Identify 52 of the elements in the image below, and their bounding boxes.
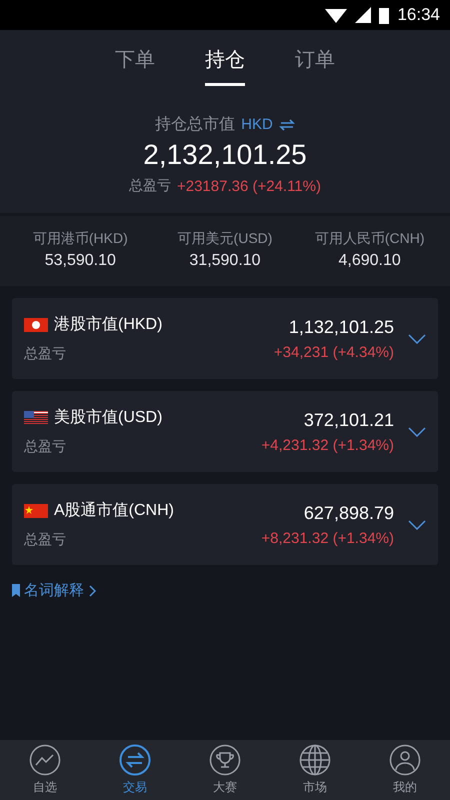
nav-item[interactable]: 我的 — [360, 740, 450, 800]
market-title: 美股市值(USD) — [54, 408, 162, 428]
nav-item[interactable]: 交易 — [90, 740, 180, 800]
glossary-link[interactable]: 名词解释 — [12, 581, 438, 600]
tab[interactable]: 订单 — [295, 46, 335, 86]
chevron-icon[interactable] — [408, 426, 426, 436]
market-value: 627,898.79 — [304, 502, 394, 524]
market-value: 372,101.21 — [304, 410, 394, 430]
trophy-icon — [209, 744, 241, 776]
flag-icon — [24, 504, 48, 518]
balance-label: 可用人民币(CNH) — [314, 230, 424, 248]
wifi-icon — [325, 7, 348, 23]
pnl-value: +23187.36 (+24.11%) — [176, 178, 321, 194]
nav-item[interactable]: 大赛 — [180, 740, 270, 800]
pnl-value: +4,231.32 (+1.34%) — [261, 436, 394, 454]
market-title: 港股市值(HKD) — [54, 314, 162, 335]
pnl-label: 总盈亏 — [24, 438, 67, 456]
balance-label: 可用港币(HKD) — [32, 230, 128, 248]
market-title: A股通市值(CNH) — [54, 500, 174, 521]
total-value: 2,132,101.25 — [143, 139, 307, 171]
currency-link[interactable]: HKD — [241, 116, 273, 133]
balance-value: 4,690.10 — [338, 252, 401, 270]
battery-icon — [379, 6, 390, 24]
balance-value: 53,590.10 — [44, 252, 116, 270]
balance-value: 31,590.10 — [189, 252, 261, 270]
balance-label: 可用美元(USD) — [178, 230, 272, 248]
user-icon — [389, 744, 421, 776]
pnl-value: +8,231.32 (+1.34%) — [261, 530, 394, 546]
total-value-label: 持仓总市值 — [155, 114, 236, 135]
market-card[interactable]: 美股市值(USD) 总盈亏 372,101.21 +4,231.32 (+1.34%) — [12, 391, 438, 472]
market-card[interactable]: 港股市值(HKD) 总盈亏 1,132,101.25 +34,231 (+4.34%) — [12, 298, 438, 379]
chevron-icon[interactable] — [408, 334, 426, 344]
nav-item[interactable]: 自选 — [0, 740, 90, 800]
signal-icon — [355, 7, 372, 23]
bookmark-icon — [12, 584, 20, 597]
exchange-icon — [119, 744, 151, 776]
flag-icon — [24, 318, 48, 332]
pnl-label: 总盈亏 — [128, 177, 171, 195]
chevron-icon[interactable] — [408, 520, 426, 530]
chevron-icon — [88, 584, 96, 596]
tab[interactable]: 持仓 — [205, 46, 245, 86]
pnl-label: 总盈亏 — [24, 531, 67, 549]
pnl-value: +34,231 (+4.34%) — [274, 344, 394, 360]
globe-icon — [299, 744, 331, 776]
tab[interactable]: 下单 — [115, 46, 155, 86]
swap-icon[interactable] — [278, 118, 295, 132]
clock-time: 16:34 — [397, 5, 440, 25]
market-card[interactable]: A股通市值(CNH) 总盈亏 627,898.79 +8,231.32 (+1.34%) — [12, 484, 438, 565]
pnl-label: 总盈亏 — [24, 345, 67, 363]
nav-item[interactable]: 市场 — [270, 740, 360, 800]
flag-icon — [24, 410, 48, 424]
market-value: 1,132,101.25 — [288, 316, 394, 338]
